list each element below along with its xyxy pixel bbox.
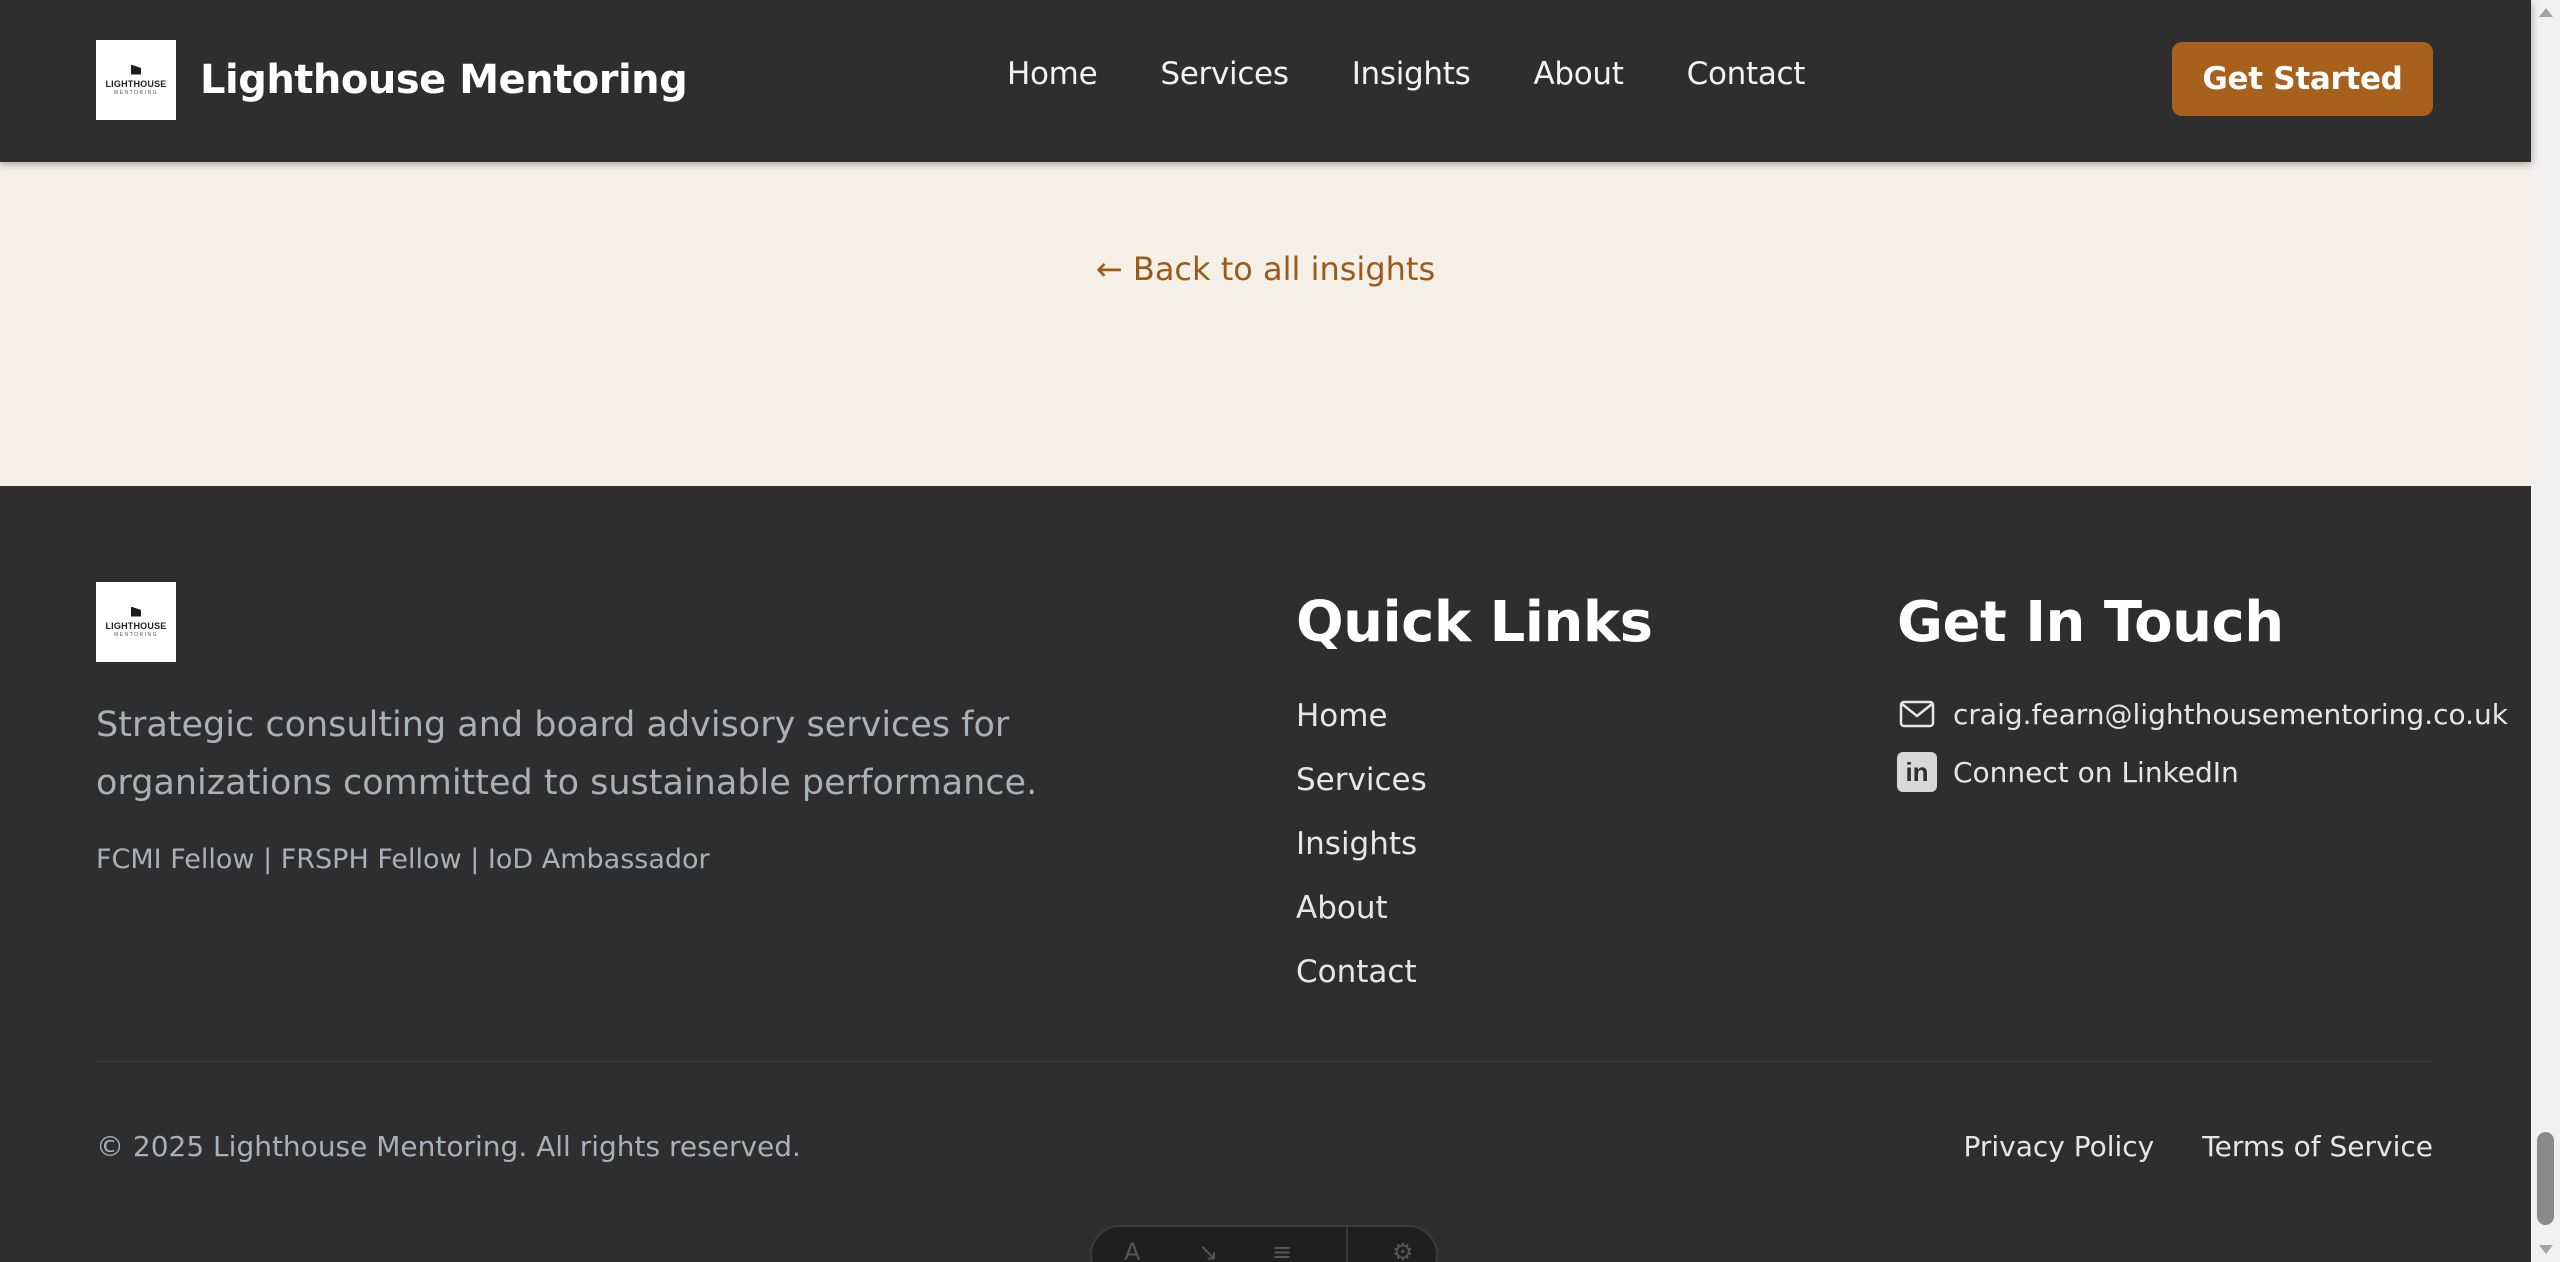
nav-services[interactable]: Services — [1160, 56, 1289, 92]
footer-logo-subtext: MENTORING — [114, 631, 158, 638]
footer-link-insights[interactable]: Insights — [1296, 826, 1417, 862]
copyright-text: © 2025 Lighthouse Mentoring. All rights … — [96, 1130, 801, 1163]
privacy-policy-link[interactable]: Privacy Policy — [1963, 1130, 2154, 1163]
nav-about[interactable]: About — [1533, 56, 1623, 92]
mail-icon — [1897, 694, 1937, 734]
site-footer: LIGHTHOUSE MENTORING Strategic consultin… — [0, 486, 2531, 1262]
quick-links-list: Home Services Insights About Contact — [1296, 698, 1427, 1018]
list-item: Contact — [1296, 954, 1427, 1018]
logo-wordmark: LIGHTHOUSE — [105, 78, 167, 89]
footer-logo-wordmark: LIGHTHOUSE — [105, 620, 167, 631]
page: LIGHTHOUSE MENTORING Lighthouse Mentorin… — [0, 0, 2560, 1262]
brand-name[interactable]: Lighthouse Mentoring — [200, 57, 688, 103]
get-started-button[interactable]: Get Started — [2172, 42, 2433, 116]
linkedin-contact[interactable]: in Connect on LinkedIn — [1897, 752, 2239, 792]
list-item: About — [1296, 890, 1427, 954]
legal-links: Privacy Policy Terms of Service — [1963, 1130, 2433, 1163]
nav-home[interactable]: Home — [1007, 56, 1098, 92]
list-item: Insights — [1296, 826, 1427, 890]
site-header: LIGHTHOUSE MENTORING Lighthouse Mentorin… — [0, 0, 2531, 162]
footer-link-services[interactable]: Services — [1296, 762, 1427, 798]
floating-toolbar[interactable]: A ↘ ≡ ⚙ — [1090, 1225, 1438, 1262]
scroll-up-arrow-icon[interactable] — [2539, 8, 2553, 17]
nav-contact[interactable]: Contact — [1687, 56, 1806, 92]
footer-divider — [96, 1061, 2433, 1062]
quick-links-heading: Quick Links — [1296, 590, 1653, 655]
footer-link-about[interactable]: About — [1296, 890, 1388, 926]
back-to-insights-link[interactable]: ← Back to all insights — [0, 250, 2531, 288]
get-in-touch-heading: Get In Touch — [1897, 590, 2284, 655]
pointer-tool-icon[interactable]: ↘ — [1198, 1240, 1228, 1262]
lighthouse-logo-icon — [131, 606, 141, 617]
footer-logo[interactable]: LIGHTHOUSE MENTORING — [96, 582, 176, 662]
article-end-section: ← Back to all insights — [0, 162, 2531, 486]
brand-logo[interactable]: LIGHTHOUSE MENTORING — [96, 40, 176, 120]
footer-credentials: FCMI Fellow | FRSPH Fellow | IoD Ambassa… — [96, 844, 710, 875]
main-nav: Home Services Insights About Contact — [1007, 56, 1805, 92]
footer-description: Strategic consulting and board advisory … — [96, 705, 1038, 803]
text-tool-icon[interactable]: A — [1124, 1240, 1154, 1262]
linkedin-icon: in — [1897, 752, 1937, 792]
toolbar-separator — [1346, 1227, 1348, 1262]
footer-link-contact[interactable]: Contact — [1296, 954, 1417, 990]
settings-icon[interactable]: ⚙ — [1392, 1240, 1422, 1262]
email-contact[interactable]: craig.fearn@lighthousementoring.co.uk — [1897, 694, 2508, 734]
brand[interactable]: LIGHTHOUSE MENTORING Lighthouse Mentorin… — [96, 40, 688, 120]
email-link[interactable]: craig.fearn@lighthousementoring.co.uk — [1953, 698, 2508, 731]
logo-subtext: MENTORING — [114, 89, 158, 96]
list-item: Home — [1296, 698, 1427, 762]
footer-link-home[interactable]: Home — [1296, 698, 1388, 734]
vertical-scrollbar[interactable] — [2531, 0, 2560, 1262]
list-item: Services — [1296, 762, 1427, 826]
terms-of-service-link[interactable]: Terms of Service — [2202, 1130, 2433, 1163]
linkedin-link[interactable]: Connect on LinkedIn — [1953, 756, 2239, 789]
scroll-down-arrow-icon[interactable] — [2539, 1245, 2553, 1254]
layers-tool-icon[interactable]: ≡ — [1272, 1240, 1302, 1262]
scrollbar-thumb[interactable] — [2537, 1132, 2554, 1225]
nav-insights[interactable]: Insights — [1352, 56, 1471, 92]
lighthouse-logo-icon — [131, 64, 141, 75]
